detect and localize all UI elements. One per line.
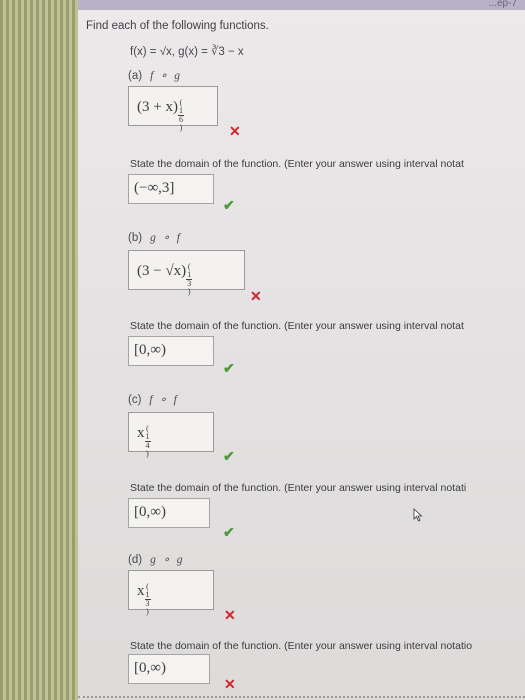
part-c-comp: f ∘ f <box>149 394 179 406</box>
top-strip-text: ...ep-7 <box>488 0 517 9</box>
bottom-divider <box>78 696 525 700</box>
answer-b-expression: (3 − √x)(1 3) <box>137 262 193 296</box>
answer-a-exponent: (1 6) <box>177 98 184 132</box>
answer-b-exp-num: 1 <box>187 270 192 279</box>
mouse-cursor-icon <box>413 508 423 522</box>
question-text: Find each of the following functions. <box>86 20 269 32</box>
domain-d-x-icon: ✕ <box>224 676 236 692</box>
answer-a-expression: (3 + x)(1 6) <box>137 99 184 132</box>
question-sheet: Find each of the following functions. f(… <box>78 10 525 700</box>
answer-input-c[interactable]: x(1 4) <box>128 412 214 458</box>
answer-d-exp-den: 3 <box>145 599 150 608</box>
answer-input-b[interactable]: (3 − √x)(1 3) <box>128 250 245 296</box>
part-a-comp: f ∘ g <box>150 70 182 82</box>
answer-d-base: x <box>137 583 145 599</box>
part-c-header: (c) f ∘ f <box>128 392 179 406</box>
answer-c-exp-num: 1 <box>145 432 150 441</box>
answer-c-exponent: (1 4) <box>144 424 151 458</box>
domain-input-b[interactable]: [0,∞) <box>128 336 214 366</box>
domain-b-check-icon: ✔ <box>223 360 235 376</box>
domain-prompt-d: State the domain of the function. (Enter… <box>130 640 473 652</box>
answer-b-x-icon: ✕ <box>250 288 262 304</box>
part-d-label: (d) <box>128 554 143 566</box>
functions-line: f(x) = √x, g(x) = ∛3 − x <box>130 46 244 58</box>
answer-b-exp-den: 3 <box>187 279 192 288</box>
answer-a-exp-den: 6 <box>178 115 183 124</box>
domain-input-a[interactable]: (−∞,3] <box>128 174 214 204</box>
answer-d-exp-num: 1 <box>145 590 150 599</box>
domain-c-check-icon: ✔ <box>223 524 235 540</box>
domain-prompt-c: State the domain of the function. (Enter… <box>130 482 467 494</box>
part-a-header: (a) f ∘ g <box>128 68 182 82</box>
answer-c-exp-den: 4 <box>145 441 150 450</box>
answer-c-expression: x(1 4) <box>137 425 151 458</box>
answer-d-x-icon: ✕ <box>224 607 236 623</box>
part-b-label: (b) <box>128 232 143 244</box>
part-b-comp: g ∘ f <box>150 232 182 244</box>
answer-a-base: (3 + x) <box>137 99 178 115</box>
top-strip: ...ep-7 <box>78 0 525 10</box>
domain-input-d[interactable]: [0,∞) <box>128 654 210 684</box>
part-d-comp: g ∘ g <box>150 554 185 566</box>
part-c-label: (c) <box>128 394 142 406</box>
domain-input-c[interactable]: [0,∞) <box>128 498 210 528</box>
answer-input-d[interactable]: x(1 3) <box>128 570 214 616</box>
answer-input-a[interactable]: (3 + x)(1 6) <box>128 86 218 132</box>
part-d-header: (d) g ∘ g <box>128 552 185 566</box>
domain-prompt-a: State the domain of the function. (Enter… <box>130 158 464 170</box>
part-b-header: (b) g ∘ f <box>128 230 182 244</box>
answer-c-base: x <box>137 425 145 441</box>
answer-d-exponent: (1 3) <box>144 582 151 616</box>
domain-prompt-b: State the domain of the function. (Enter… <box>130 320 464 332</box>
part-a-label: (a) <box>128 70 143 82</box>
answer-d-expression: x(1 3) <box>137 583 151 616</box>
answer-a-x-icon: ✕ <box>229 123 241 139</box>
answer-a-exp-num: 1 <box>178 106 183 115</box>
page-gutter <box>0 0 78 700</box>
domain-a-check-icon: ✔ <box>223 197 235 213</box>
answer-b-base: (3 − √x) <box>137 263 187 279</box>
answer-b-exponent: (1 3) <box>186 262 193 296</box>
answer-c-check-icon: ✔ <box>223 448 235 464</box>
